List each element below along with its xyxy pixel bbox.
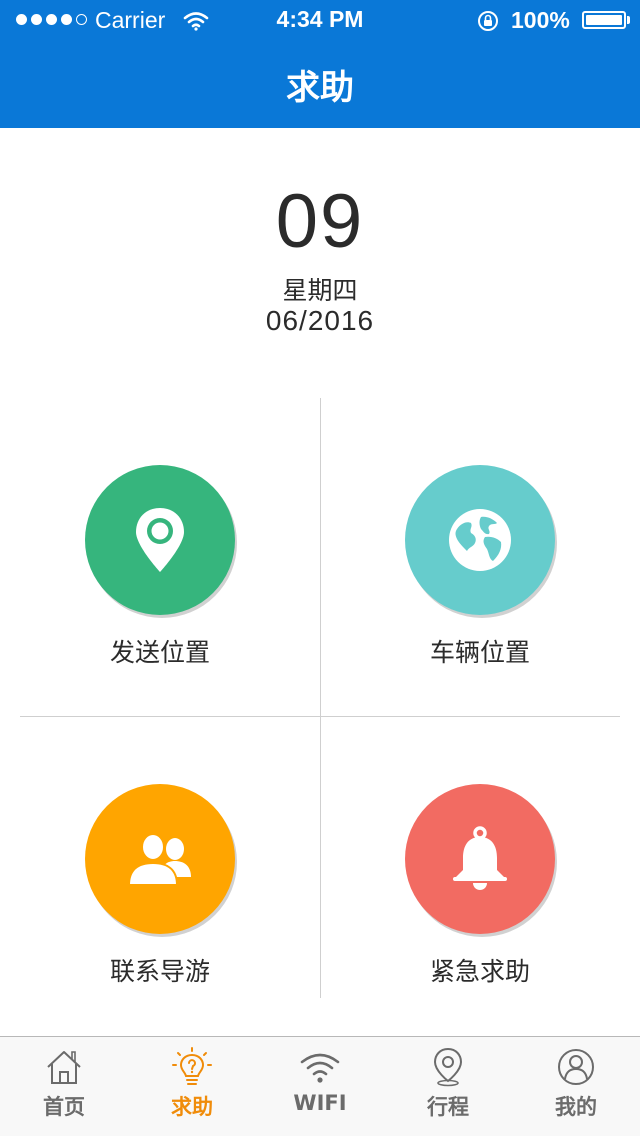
send-location-label: 发送位置 [109, 638, 210, 667]
battery-tip [627, 16, 630, 24]
status-bar: Carrier 4:34 PM 100% [0, 0, 640, 40]
map-pin-icon [433, 1047, 463, 1087]
tab-home-label: 首页 [43, 1095, 85, 1119]
grid-divider-horizontal [20, 716, 620, 717]
tab-help[interactable]: 求助 [128, 1037, 256, 1137]
contact-guide-label: 联系导游 [109, 957, 210, 986]
tab-wifi-label: WIFI [293, 1091, 347, 1115]
tab-help-label: 求助 [171, 1095, 213, 1119]
rotation-lock-icon [478, 11, 498, 31]
page-title: 求助 [286, 68, 354, 108]
contact-guide-button[interactable]: 联系导游 [10, 734, 310, 1034]
date-day: 09 [275, 179, 365, 264]
wifi-icon [300, 1053, 340, 1083]
tab-wifi[interactable]: WIFI [256, 1037, 384, 1137]
tab-itinerary-label: 行程 [427, 1095, 469, 1119]
send-location-icon-circle [85, 465, 235, 615]
user-icon [558, 1049, 594, 1085]
lightbulb-help-icon [172, 1047, 212, 1085]
tab-profile[interactable]: 我的 [512, 1037, 640, 1137]
battery-icon [582, 11, 626, 29]
date-weekday: 星期四 [282, 276, 358, 305]
vehicle-location-label: 车辆位置 [429, 638, 530, 667]
contacts-icon [127, 833, 191, 886]
vehicle-location-button[interactable]: 车辆位置 [330, 415, 630, 715]
home-icon [47, 1051, 81, 1084]
tab-itinerary[interactable]: 行程 [384, 1037, 512, 1137]
globe-icon [449, 509, 511, 571]
vehicle-location-icon-circle [405, 465, 555, 615]
contact-guide-icon-circle [85, 784, 235, 934]
grid-divider-vertical [320, 398, 321, 998]
location-pin-icon [136, 508, 184, 572]
tab-home[interactable]: 首页 [0, 1037, 128, 1137]
battery-percentage: 100% [511, 7, 570, 33]
date-month-year: 06/2016 [265, 305, 375, 336]
tab-profile-label: 我的 [555, 1095, 597, 1119]
emergency-help-button[interactable]: 紧急求助 [330, 734, 630, 1034]
bell-icon [453, 826, 507, 890]
bottom-tab-bar: 首页 求助 WIFI 行程 我的 [0, 1036, 640, 1136]
top-bar: Carrier 4:34 PM 100% 求助 [0, 0, 640, 128]
send-location-button[interactable]: 发送位置 [10, 415, 310, 715]
emergency-help-label: 紧急求助 [429, 957, 530, 986]
emergency-help-icon-circle [405, 784, 555, 934]
